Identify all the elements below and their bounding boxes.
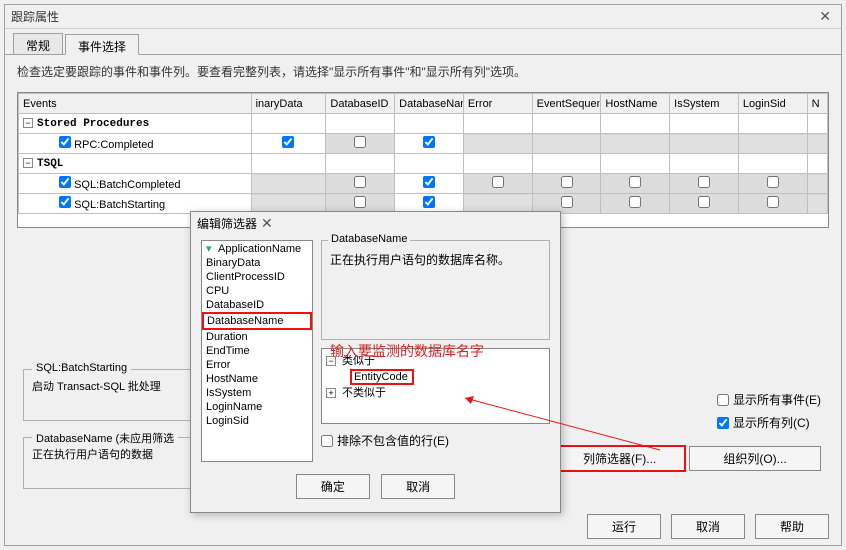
organize-cols-button[interactable]: 组织列(O)... xyxy=(689,446,821,471)
row-check[interactable] xyxy=(59,196,71,208)
filter-title: 编辑筛选器 xyxy=(197,215,257,232)
cell-check[interactable] xyxy=(629,196,641,208)
list-item[interactable]: LoginSid xyxy=(202,414,312,428)
desc2-body: 正在执行用户语句的数据 xyxy=(32,446,194,462)
filter-icon: ▾ xyxy=(206,242,216,255)
col-loginsid[interactable]: LoginSid xyxy=(738,94,807,114)
exclude-check[interactable]: 排除不包含值的行(E) xyxy=(321,432,550,449)
cell-check[interactable] xyxy=(423,196,435,208)
list-item[interactable]: DatabaseID xyxy=(202,298,312,312)
desc2-title: DatabaseName (未应用筛选 xyxy=(32,430,178,446)
desc1-body: 启动 Transact-SQL 批处理 xyxy=(32,378,194,394)
col-error[interactable]: Error xyxy=(463,94,532,114)
col-eventsequence[interactable]: EventSequence xyxy=(532,94,601,114)
tab-events[interactable]: 事件选择 xyxy=(65,34,139,55)
desc1-title: SQL:BatchStarting xyxy=(32,362,131,374)
group-row-sp: −Stored Procedures xyxy=(19,114,828,134)
main-titlebar: 跟踪属性 ✕ xyxy=(5,5,841,29)
cell-check[interactable] xyxy=(698,176,710,188)
row-check[interactable] xyxy=(59,136,71,148)
group-row-tsql: −TSQL xyxy=(19,154,828,174)
collapse-icon[interactable]: − xyxy=(23,158,33,168)
field-desc: 正在执行用户语句的数据库名称。 xyxy=(330,253,510,267)
row-check[interactable] xyxy=(59,176,71,188)
desc-box-2: DatabaseName (未应用筛选 正在执行用户语句的数据 xyxy=(23,437,203,489)
list-item[interactable]: ClientProcessID xyxy=(202,270,312,284)
annotation-label: 输入要监测的数据库名字 xyxy=(330,341,484,361)
field-label: DatabaseName xyxy=(328,233,410,245)
grid-header-row: Events inaryData DatabaseID DatabaseName… xyxy=(19,94,828,114)
tab-general[interactable]: 常规 xyxy=(13,33,63,54)
close-icon[interactable]: ✕ xyxy=(815,8,835,25)
filter-column-list[interactable]: ▾ApplicationName BinaryData ClientProces… xyxy=(201,240,313,462)
col-databasename[interactable]: DatabaseName xyxy=(395,94,464,114)
list-item[interactable]: Error xyxy=(202,358,312,372)
col-binarydata[interactable]: inaryData xyxy=(251,94,326,114)
list-item[interactable]: CPU xyxy=(202,284,312,298)
col-n[interactable]: N xyxy=(807,94,827,114)
close-icon[interactable]: ✕ xyxy=(257,215,277,232)
cell-check[interactable] xyxy=(354,196,366,208)
col-filter-button[interactable]: 列筛选器(F)... xyxy=(554,445,686,472)
list-item[interactable]: HostName xyxy=(202,372,312,386)
show-all-events-check[interactable]: 显示所有事件(E) xyxy=(717,391,821,408)
cancel-button[interactable]: 取消 xyxy=(381,474,455,499)
list-item[interactable]: Duration xyxy=(202,330,312,344)
cell-check[interactable] xyxy=(698,196,710,208)
events-grid[interactable]: Events inaryData DatabaseID DatabaseName… xyxy=(17,92,829,228)
cell-check[interactable] xyxy=(354,136,366,148)
row-rpc-completed[interactable]: RPC:Completed xyxy=(19,134,828,154)
filter-dialog: 编辑筛选器 ✕ ▾ApplicationName BinaryData Clie… xyxy=(190,211,561,513)
list-item[interactable]: LoginName xyxy=(202,400,312,414)
show-all-cols-check[interactable]: 显示所有列(C) xyxy=(717,414,821,431)
list-item: ▾ApplicationName xyxy=(202,241,312,256)
window-title: 跟踪属性 xyxy=(11,8,59,25)
ok-button[interactable]: 确定 xyxy=(296,474,370,499)
list-item[interactable]: EndTime xyxy=(202,344,312,358)
list-item[interactable]: IsSystem xyxy=(202,386,312,400)
filter-value-input[interactable] xyxy=(350,369,414,385)
cell-check[interactable] xyxy=(492,176,504,188)
row-batch-completed[interactable]: SQL:BatchCompleted xyxy=(19,174,828,194)
col-issystem[interactable]: IsSystem xyxy=(670,94,739,114)
cancel-button[interactable]: 取消 xyxy=(671,514,745,539)
cell-check[interactable] xyxy=(282,136,294,148)
expand-icon[interactable]: + xyxy=(326,388,336,398)
run-button[interactable]: 运行 xyxy=(587,514,661,539)
cell-check[interactable] xyxy=(767,196,779,208)
cell-check[interactable] xyxy=(423,176,435,188)
cell-check[interactable] xyxy=(629,176,641,188)
desc-box-1: SQL:BatchStarting 启动 Transact-SQL 批处理 xyxy=(23,369,203,421)
list-item[interactable]: BinaryData xyxy=(202,256,312,270)
field-description-box: DatabaseName 正在执行用户语句的数据库名称。 xyxy=(321,240,550,340)
col-hostname[interactable]: HostName xyxy=(601,94,670,114)
cell-check[interactable] xyxy=(561,176,573,188)
col-events[interactable]: Events xyxy=(19,94,252,114)
cell-check[interactable] xyxy=(561,196,573,208)
instruction-text: 检查选定要跟踪的事件和事件列。要查看完整列表，请选择"显示所有事件"和"显示所有… xyxy=(5,55,841,88)
cell-check[interactable] xyxy=(354,176,366,188)
help-button[interactable]: 帮助 xyxy=(755,514,829,539)
cell-check[interactable] xyxy=(767,176,779,188)
col-databaseid[interactable]: DatabaseID xyxy=(326,94,395,114)
list-item-databasename[interactable]: DatabaseName xyxy=(202,312,312,330)
cell-check[interactable] xyxy=(423,136,435,148)
collapse-icon[interactable]: − xyxy=(23,118,33,128)
